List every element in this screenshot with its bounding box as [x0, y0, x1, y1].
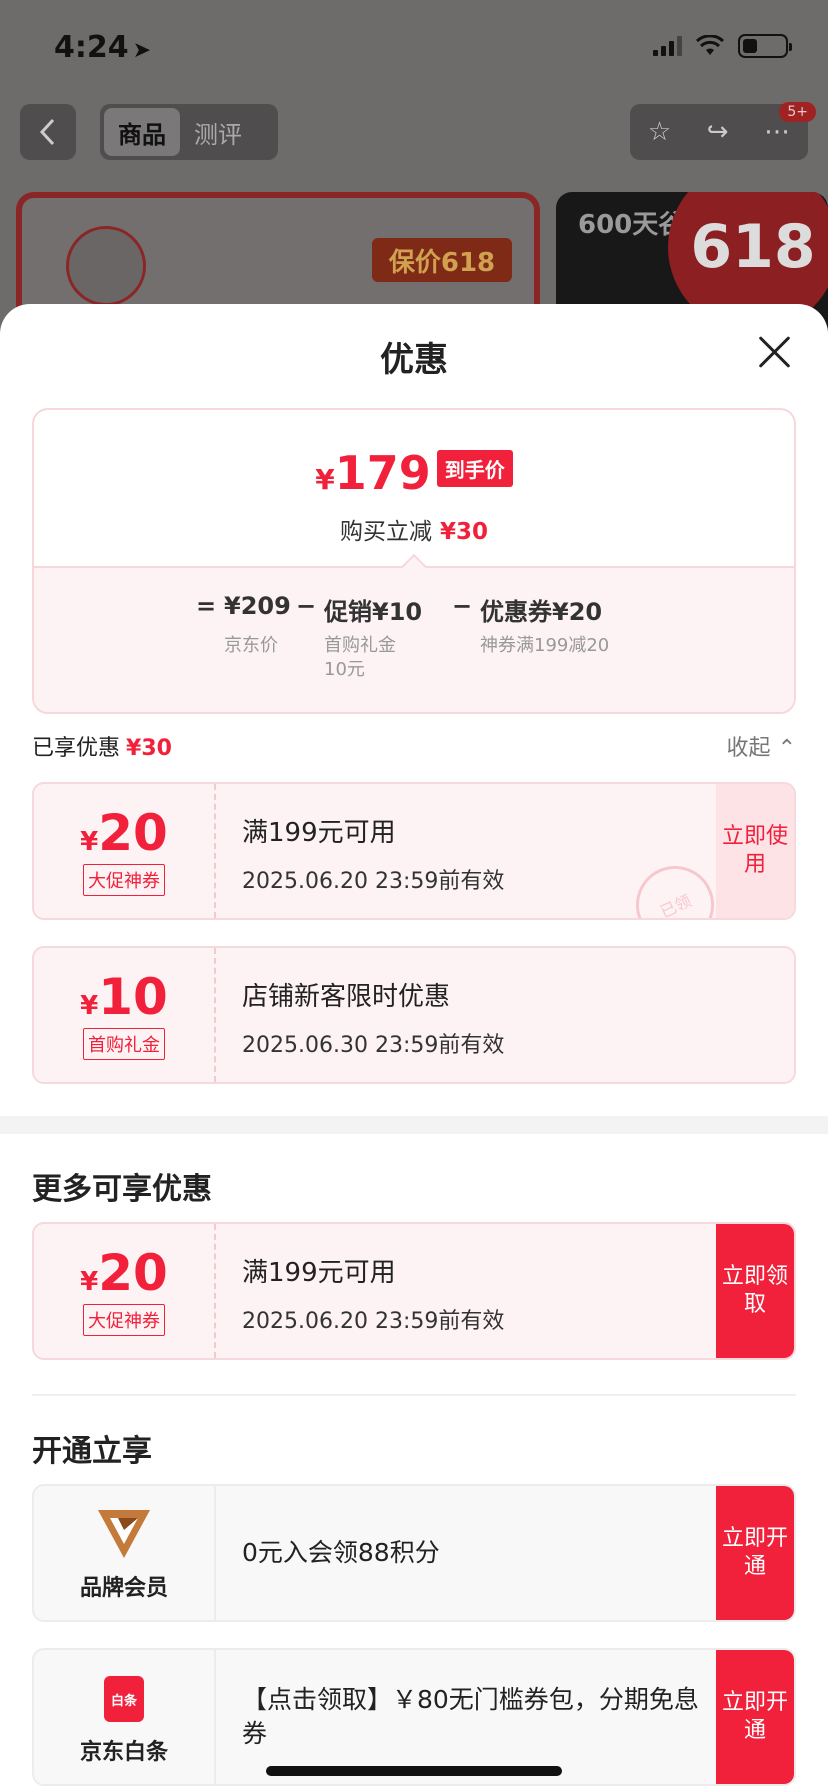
coupon-info: 满199元可用 2025.06.20 23:59前有效 [242, 1252, 504, 1335]
formula-promo-label-2: 10元 [324, 659, 365, 680]
coupon-condition: 满199元可用 [242, 1258, 396, 1288]
membership-label: 品牌会员 [79, 1576, 168, 1601]
coupon-card: ¥20 大促神券 满199元可用 2025.06.20 23:59前有效 立即领… [32, 1222, 796, 1360]
coupon-expiry: 2025.06.20 23:59前有效 [242, 1309, 505, 1334]
use-now-button[interactable]: 立即使用 [716, 784, 794, 918]
formula-jd-price-label: 京东价 [224, 635, 278, 656]
chevron-left-icon [39, 118, 55, 146]
coupon-amount: 10 [98, 968, 168, 1026]
coupon-value: ¥20 大促神券 [34, 1224, 216, 1358]
formula-jd-price: ¥209 [224, 592, 291, 620]
coupon-amount: 20 [98, 1244, 168, 1302]
coupon-info: 满199元可用 2025.06.20 23:59前有效 [242, 812, 504, 895]
home-indicator[interactable] [266, 1766, 562, 1776]
coupon-value: ¥20 大促神券 [34, 784, 216, 918]
coupon-tag: 大促神券 [83, 1304, 165, 1336]
formula-promo: 促销¥10 [324, 598, 423, 626]
baitiao-logo-area: 白条 京东白条 [34, 1650, 216, 1784]
more-discounts-title: 更多可享优惠 [32, 1172, 212, 1207]
open-benefits-title: 开通立享 [32, 1434, 152, 1469]
membership-offer-text: 0元入会领88积分 [242, 1538, 440, 1567]
location-arrow-icon: ➤ [132, 38, 152, 63]
baitiao-label: 京东白条 [79, 1740, 168, 1765]
coupon-currency: ¥ [80, 1267, 99, 1297]
price-breakdown-card: ¥179 到手价 购买立减 ¥30 = ¥209 京东价 − 促销¥10 首购礼金 … [32, 408, 796, 714]
open-membership-button[interactable]: 立即开通 [716, 1486, 794, 1620]
formula-coupon-label: 神券满199减20 [480, 635, 610, 656]
coupon-currency: ¥ [80, 991, 99, 1021]
wifi-icon [696, 35, 724, 55]
price-amount: 179 [334, 446, 431, 500]
back-button[interactable] [20, 104, 76, 160]
coupon-currency: ¥ [80, 827, 99, 857]
coupon-expiry: 2025.06.30 23:59前有效 [242, 1033, 505, 1058]
coupon-card: ¥20 大促神券 满199元可用 2025.06.20 23:59前有效 已领 … [32, 782, 796, 920]
enjoyed-label: 已享优惠 ¥30 [32, 736, 172, 761]
coupon-condition: 店铺新客限时优惠 [242, 982, 451, 1012]
collapse-label: 收起 [726, 736, 771, 761]
formula-equals: = [196, 592, 217, 620]
claim-now-button[interactable]: 立即领取 [716, 1224, 794, 1358]
formula-promo-label: 首购礼金 [324, 635, 396, 656]
coupon-tag: 首购礼金 [83, 1028, 165, 1060]
star-icon[interactable]: ☆ [648, 117, 671, 147]
chevron-up-icon: ⌃ [777, 736, 796, 761]
final-price-badge: 到手价 [436, 450, 513, 487]
status-time: 4:24 ➤ [54, 30, 151, 65]
status-icons [653, 34, 792, 58]
enjoyed-label-text: 已享优惠 [32, 736, 121, 761]
tab-product[interactable]: 商品 [104, 108, 180, 156]
instant-discount: 购买立减 ¥30 [34, 512, 794, 546]
close-icon[interactable] [756, 334, 792, 370]
final-price-area: ¥179 到手价 购买立减 ¥30 [34, 410, 794, 568]
instant-discount-amount: ¥30 [439, 519, 488, 545]
enjoyed-amount: ¥30 [126, 736, 172, 761]
share-icon[interactable]: ↪ [707, 117, 729, 147]
baitiao-offer-text: 【点击领取】￥80无门槛券包，分期免息券 [242, 1685, 699, 1748]
discount-sheet: 优惠 ¥179 到手价 购买立减 ¥30 = ¥209 京东价 − 促销¥10 首购… [0, 304, 828, 1792]
formula-coupon: 优惠券¥20 [480, 598, 603, 626]
enjoyed-discount-row: 已享优惠 ¥30 收起 ⌃ [32, 730, 796, 770]
claimed-stamp: 已领 [623, 853, 727, 918]
background-page: 4:24 ➤ 商品 测评 ☆ ↪ ⋯ 5+ 保价618 600天谷饲 618 [0, 0, 828, 342]
coupon-card: ¥10 首购礼金 店铺新客限时优惠 2025.06.30 23:59前有效 [32, 946, 796, 1084]
message-badge: 5+ [779, 102, 816, 122]
coupon-value: ¥10 首购礼金 [34, 948, 216, 1082]
formula-minus-1: − [296, 592, 317, 620]
price-formula: = ¥209 京东价 − 促销¥10 首购礼金 10元 − 优惠券¥20 神券满… [34, 568, 794, 712]
divider [32, 1394, 796, 1396]
nav-tabs: 商品 测评 [100, 104, 278, 160]
status-time-text: 4:24 [54, 30, 129, 65]
coupon-tag: 大促神券 [83, 864, 165, 896]
section-divider [0, 1116, 828, 1134]
coupon-expiry: 2025.06.20 23:59前有效 [242, 869, 505, 894]
price-currency: ¥ [315, 463, 335, 496]
price-protect-tag: 保价618 [372, 238, 512, 282]
instant-discount-label: 购买立减 [339, 519, 432, 545]
coupon-amount: 20 [98, 804, 168, 862]
collapse-button[interactable]: 收起 ⌃ [727, 730, 796, 762]
final-price: ¥179 到手价 [34, 446, 794, 500]
open-baitiao-button[interactable]: 立即开通 [716, 1650, 794, 1784]
coupon-info: 店铺新客限时优惠 2025.06.30 23:59前有效 [242, 976, 504, 1059]
membership-card: 品牌会员 0元入会领88积分 立即开通 [32, 1484, 796, 1622]
formula-minus-2: − [452, 592, 473, 620]
brand-logo [66, 226, 146, 306]
brand-member-v-icon [98, 1510, 150, 1558]
battery-icon [738, 34, 792, 58]
membership-logo-area: 品牌会员 [34, 1486, 216, 1620]
cellular-signal-icon [653, 36, 682, 56]
coupon-condition: 满199元可用 [242, 818, 396, 848]
baitiao-icon: 白条 [104, 1676, 144, 1722]
tab-review[interactable]: 测评 [180, 108, 256, 156]
sheet-title: 优惠 [380, 340, 448, 380]
